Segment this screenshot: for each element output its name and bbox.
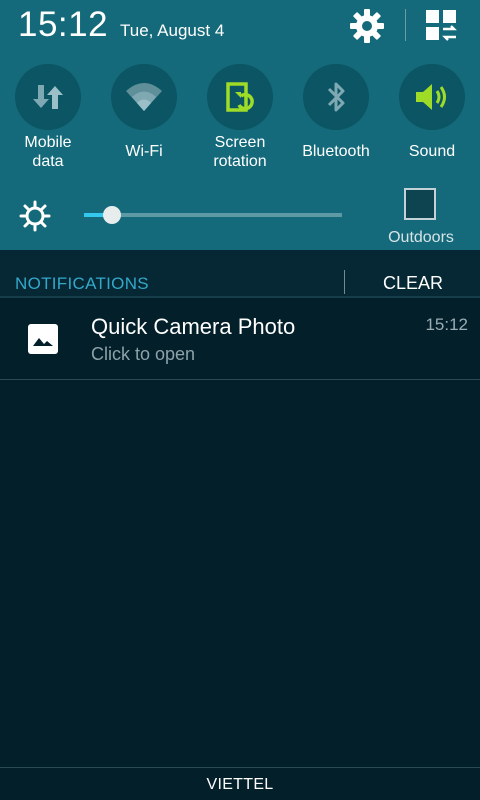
toggle-label: Mobile data	[24, 134, 72, 170]
wifi-icon	[126, 83, 162, 111]
status-date: Tue, August 4	[120, 21, 225, 40]
toggle-label: Wi-Fi	[125, 143, 163, 160]
settings-button[interactable]	[347, 6, 387, 46]
screen-rotation-icon	[226, 82, 254, 112]
notifications-title: NOTIFICATIONS	[15, 274, 149, 293]
toggle-mobile-data[interactable]: Mobile data	[0, 64, 96, 171]
brightness-icon	[19, 200, 51, 232]
toggle-screen-rotation[interactable]: Screen rotation	[192, 64, 288, 171]
clear-button[interactable]: CLEAR	[368, 269, 458, 297]
mobile-data-icon	[33, 85, 63, 109]
toggle-wifi[interactable]: Wi-Fi	[96, 64, 192, 161]
toggle-label: Bluetooth	[302, 143, 370, 160]
notification-item[interactable]: Quick Camera Photo Click to open 15:12	[0, 298, 480, 380]
carrier-label: VIETTEL	[206, 776, 274, 793]
header-divider	[344, 270, 345, 294]
toggle-sound[interactable]: Sound	[384, 64, 480, 161]
toggle-label: Sound	[408, 143, 456, 160]
brightness-slider[interactable]	[84, 206, 342, 224]
notification-subtitle: Click to open	[91, 344, 196, 364]
grid-edit-icon	[426, 10, 457, 41]
toggle-bluetooth[interactable]: Bluetooth	[288, 64, 384, 161]
header-divider	[405, 9, 406, 41]
edit-toggles-button[interactable]	[424, 8, 460, 42]
image-icon	[27, 323, 59, 355]
notifications-header: NOTIFICATIONS CLEAR	[0, 250, 480, 298]
quick-settings-panel: 15:12 Tue, August 4 Mobile data Wi-Fi Sc…	[0, 0, 480, 250]
toggle-label: Screen rotation	[213, 134, 267, 170]
gear-icon	[350, 9, 384, 43]
brightness-thumb[interactable]	[103, 206, 121, 224]
notification-title: Quick Camera Photo	[91, 314, 296, 339]
status-clock: 15:12	[18, 5, 109, 44]
sound-icon	[416, 84, 446, 110]
notification-time: 15:12	[425, 315, 468, 334]
outdoors-label: Outdoors	[388, 229, 454, 246]
outdoors-checkbox[interactable]	[404, 188, 436, 220]
carrier-footer: VIETTEL	[0, 767, 480, 800]
bluetooth-icon	[327, 82, 345, 112]
